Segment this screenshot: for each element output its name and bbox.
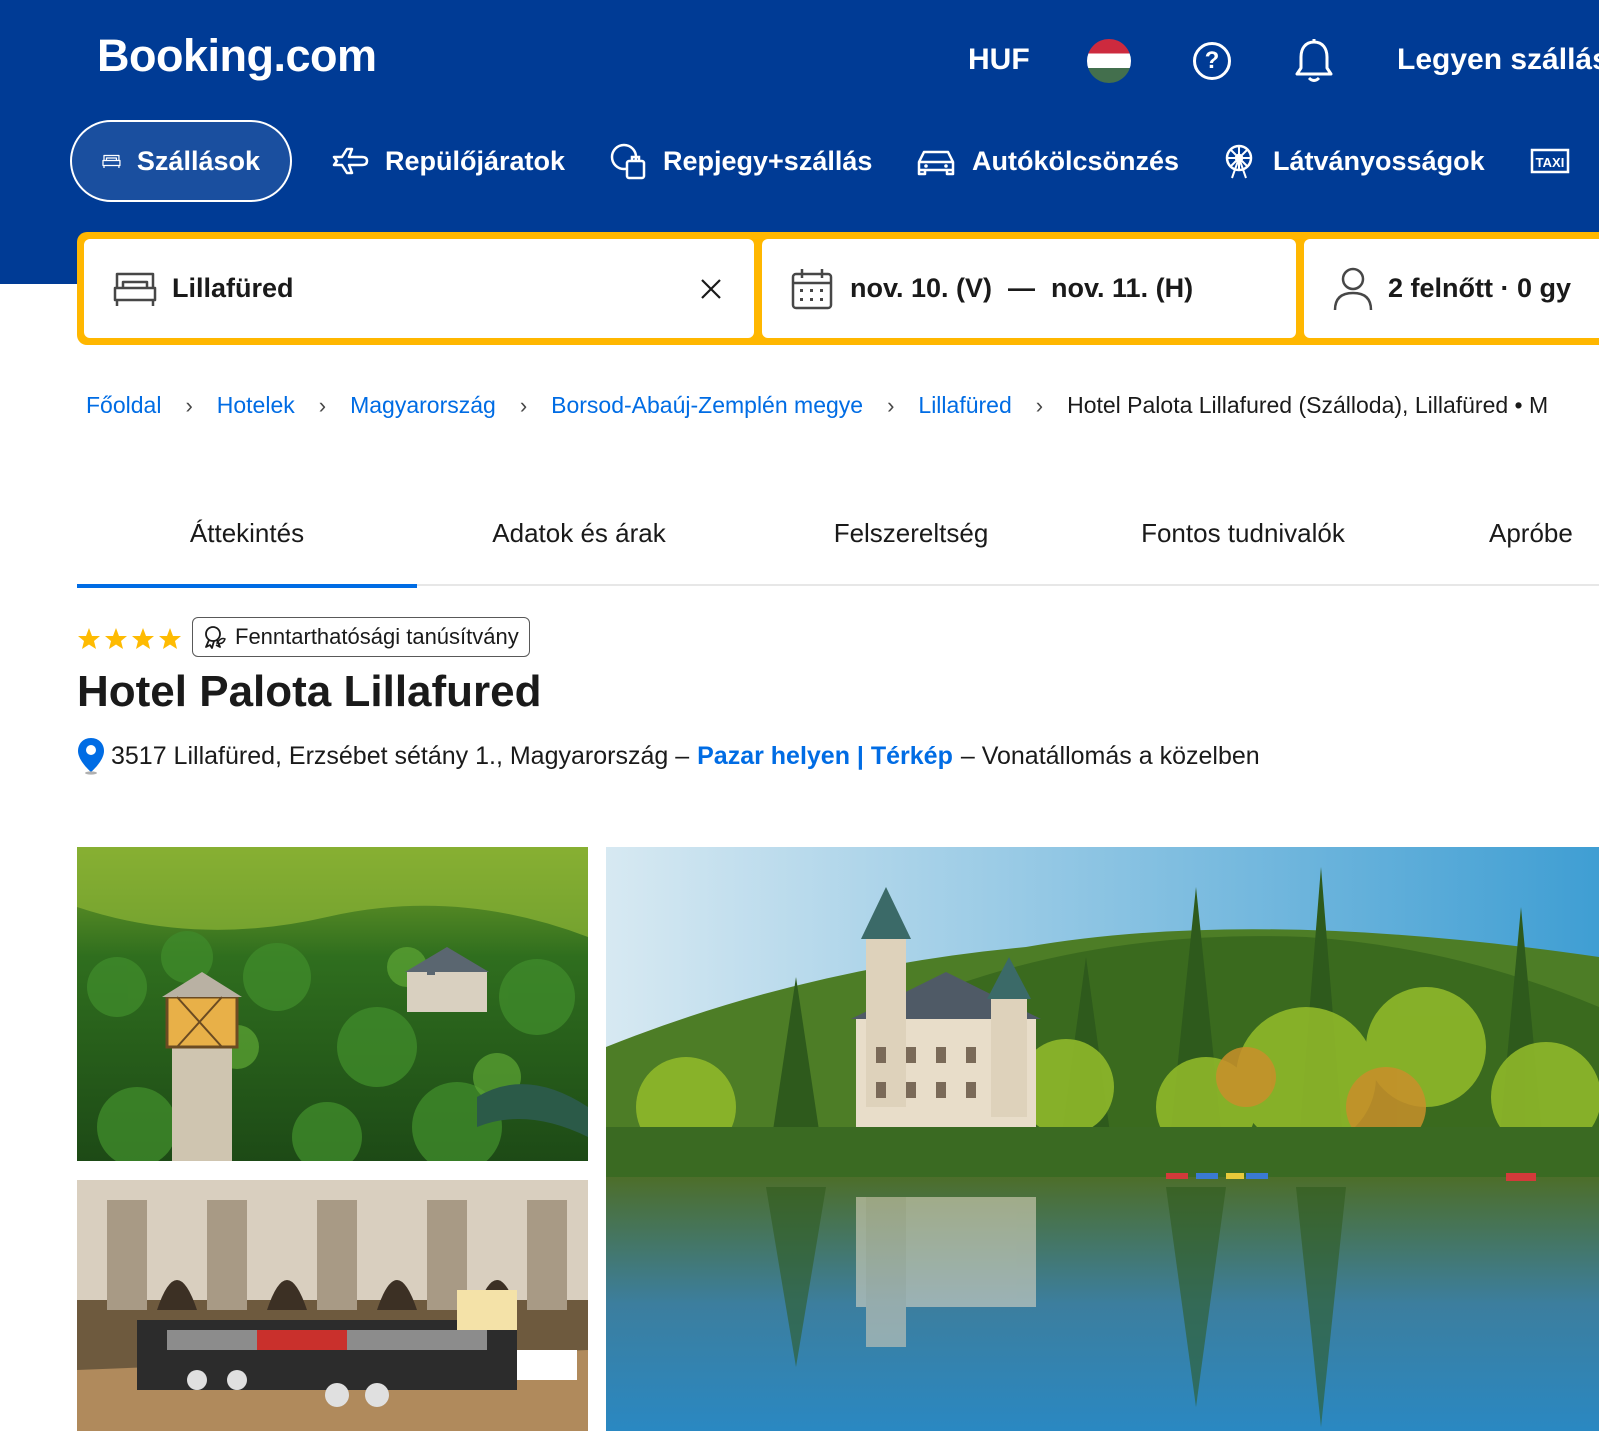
property-address: 3517 Lillafüred, Erzsébet sétány 1., Mag…: [77, 737, 1260, 775]
nav-stays[interactable]: Szállások: [70, 120, 292, 202]
clear-icon[interactable]: [700, 278, 722, 300]
bed-icon: [102, 154, 121, 168]
nav-label: Látványosságok: [1273, 145, 1485, 176]
person-icon: [1333, 267, 1373, 310]
svg-text:TAXI: TAXI: [1536, 155, 1565, 170]
nav-flight-hotel[interactable]: Repjegy+szállás: [609, 120, 872, 202]
photo-main-lake[interactable]: [606, 847, 1599, 1431]
chevron-right-icon: ›: [887, 392, 895, 418]
chevron-right-icon: ›: [318, 392, 327, 418]
nav-label: Szállások: [136, 145, 260, 176]
chevron-right-icon: ›: [519, 392, 528, 418]
map-pin-icon: [78, 738, 104, 775]
chevron-right-icon: ›: [185, 392, 193, 418]
address-text: 3517 Lillafüred, Erzsébet sétány 1., Mag…: [111, 741, 690, 770]
checkout-date: nov. 11. (H): [1051, 273, 1194, 303]
breadcrumb: Főoldal › Hotelek › Magyarország › Borso…: [86, 392, 1548, 419]
booking-logo[interactable]: Booking.com: [97, 30, 377, 82]
star-icon: [132, 628, 154, 649]
tab-house-rules[interactable]: Fontos tudnivalók: [1073, 480, 1413, 586]
property-tabs: Áttekintés Adatok és árak Felszereltség …: [77, 480, 1599, 588]
breadcrumb-home[interactable]: Főoldal: [86, 392, 161, 419]
nav-label: Repjegy+szállás: [663, 145, 873, 176]
star-icon: [105, 628, 127, 649]
destination-field[interactable]: Lillafüred: [84, 239, 754, 338]
nav-car-rental[interactable]: Autókölcsönzés: [916, 120, 1179, 202]
taxi-icon: TAXI: [1530, 148, 1570, 174]
sustainability-badge[interactable]: Fenntarthatósági tanúsítvány: [192, 617, 530, 657]
plane-icon: [332, 147, 369, 175]
attractions-icon: [1225, 144, 1253, 179]
tab-facilities[interactable]: Felszereltség: [741, 480, 1081, 586]
photo-restaurant[interactable]: [77, 1180, 588, 1431]
address-suffix: – Vonatállomás a közelben: [960, 741, 1260, 770]
nav-label: Repülőjáratok: [385, 145, 566, 176]
tab-info-prices[interactable]: Adatok és árak: [409, 480, 749, 586]
checkin-date: nov. 10. (V): [850, 273, 993, 303]
tab-fine-print[interactable]: Apróbe: [1405, 480, 1599, 586]
nav-flights[interactable]: Repülőjáratok: [331, 120, 565, 202]
flight-hotel-icon: [610, 143, 646, 180]
nav-attractions[interactable]: Látványosságok: [1221, 120, 1485, 202]
product-nav: Szállások Repülőjáratok Repjegy+szállás …: [0, 120, 1599, 202]
map-link[interactable]: Pazar helyen | Térkép: [697, 742, 953, 771]
photo-aerial[interactable]: [77, 847, 588, 1161]
star-rating: [77, 627, 182, 651]
badge-label: Fenntarthatósági tanúsítvány: [235, 624, 519, 649]
breadcrumb-county[interactable]: Borsod-Abaúj-Zemplén megye: [551, 392, 863, 419]
date-separator: —: [1008, 273, 1036, 303]
tab-overview[interactable]: Áttekintés: [77, 480, 417, 588]
bed-icon: [113, 272, 157, 306]
nav-taxi[interactable]: TAXI: [1530, 120, 1586, 202]
certificate-icon: [205, 626, 226, 649]
calendar-icon: [791, 268, 833, 309]
guests-field[interactable]: 2 felnőtt · 0 gy: [1304, 239, 1599, 338]
guests-value: 2 felnőtt · 0 gy: [1388, 273, 1572, 303]
bell-icon[interactable]: [1293, 38, 1335, 84]
breadcrumb-city[interactable]: Lillafüred: [918, 392, 1011, 419]
car-icon: [917, 150, 955, 176]
search-bar: Lillafüred nov. 10. (V) — nov. 11. (H) 2…: [77, 232, 1599, 345]
list-property-link[interactable]: Legyen szállás: [1397, 43, 1599, 77]
chevron-right-icon: ›: [1035, 392, 1044, 418]
dates-field[interactable]: nov. 10. (V) — nov. 11. (H): [762, 239, 1296, 338]
property-title: Hotel Palota Lillafured: [77, 667, 542, 716]
breadcrumb-hotels[interactable]: Hotelek: [217, 392, 295, 419]
nav-label: Autókölcsönzés: [972, 145, 1180, 176]
star-icon: [78, 628, 100, 649]
breadcrumb-country[interactable]: Magyarország: [350, 392, 496, 419]
star-icon: [159, 628, 181, 649]
breadcrumb-current: Hotel Palota Lillafured (Szálloda), Lill…: [1067, 392, 1549, 418]
help-icon[interactable]: ?: [1193, 42, 1231, 80]
hungarian-flag-icon[interactable]: [1087, 39, 1131, 83]
currency-button[interactable]: HUF: [968, 43, 1030, 77]
destination-value: Lillafüred: [172, 273, 294, 303]
